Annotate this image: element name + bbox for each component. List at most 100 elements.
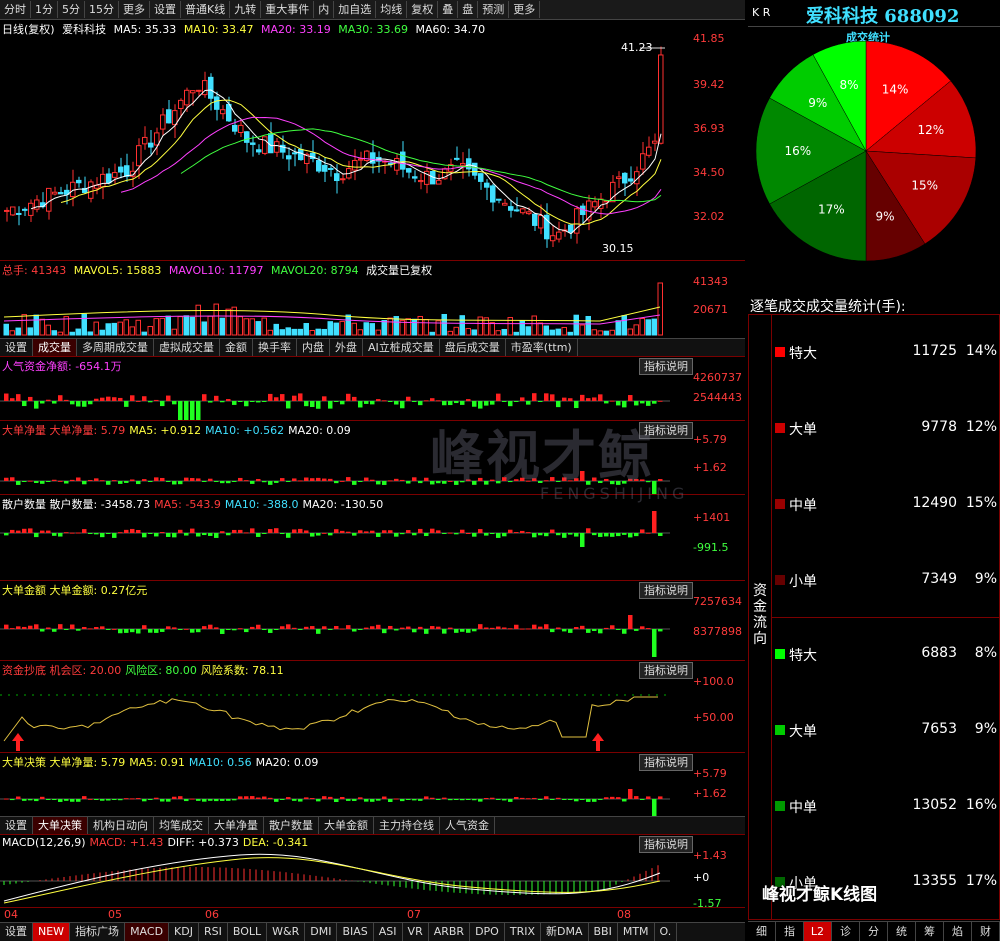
volume-bar bbox=[231, 306, 237, 336]
histogram-bar bbox=[40, 530, 45, 533]
ind-tab-3[interactable]: 均笔成交 bbox=[154, 817, 209, 834]
histogram-bar bbox=[64, 532, 69, 534]
color-swatch bbox=[775, 725, 785, 735]
candle-body bbox=[250, 142, 256, 145]
vol-tab-8[interactable]: AI立桩成交量 bbox=[363, 339, 440, 356]
toolbar-item-12[interactable]: 复权 bbox=[407, 1, 439, 18]
bottom-toolbar: 设置 NEW 指标广场 MACD KDJ RSI BOLL W&R DMI BIAS ASI VR AR… bbox=[0, 922, 745, 941]
vol-tab-4[interactable]: 金额 bbox=[220, 339, 253, 356]
ind-tab-5[interactable]: 散户数量 bbox=[264, 817, 319, 834]
indicator-tab-0[interactable]: 设置 bbox=[0, 923, 33, 941]
vol-tab-10[interactable]: 市盈率(ttm) bbox=[506, 339, 578, 356]
right-tab-4[interactable]: 分 bbox=[860, 922, 888, 941]
indicator-tab-4[interactable]: KDJ bbox=[169, 923, 199, 941]
toolbar-item-8[interactable]: 重大事件 bbox=[261, 1, 315, 18]
candle-body bbox=[550, 235, 556, 242]
candle-body bbox=[616, 176, 622, 180]
histogram-bar bbox=[394, 798, 399, 800]
volume-bar bbox=[153, 318, 159, 336]
right-tab-1[interactable]: 指 bbox=[776, 922, 804, 941]
volume-canvas[interactable] bbox=[0, 277, 693, 339]
ind-tab-2[interactable]: 机构日动向 bbox=[88, 817, 154, 834]
volume-bar bbox=[573, 314, 579, 336]
histogram-bar bbox=[466, 629, 471, 633]
right-tab-3[interactable]: 诊 bbox=[832, 922, 860, 941]
indicator-tab-13[interactable]: DPO bbox=[470, 923, 505, 941]
ind-tab-8[interactable]: 人气资金 bbox=[440, 817, 495, 834]
indicator-tab-14[interactable]: TRIX bbox=[505, 923, 541, 941]
indicator-tab-8[interactable]: DMI bbox=[305, 923, 338, 941]
histogram-bar bbox=[106, 799, 111, 801]
toolbar-item-3[interactable]: 15分 bbox=[85, 1, 119, 18]
indicator-tab-10[interactable]: ASI bbox=[374, 923, 403, 941]
indicator-tab-17[interactable]: MTM bbox=[618, 923, 655, 941]
toolbar-item-2[interactable]: 5分 bbox=[58, 1, 85, 18]
histogram-bar bbox=[496, 799, 501, 800]
histogram-bar bbox=[280, 478, 285, 481]
indicator-tab-12[interactable]: ARBR bbox=[429, 923, 471, 941]
stats-table: 资金流向 特大 11725 14% 大单 9778 12% 中单 12490 15% 小单 7349… bbox=[748, 314, 1000, 920]
histogram-bar bbox=[10, 529, 15, 533]
volume-bar bbox=[429, 331, 435, 336]
indicator-tab-15[interactable]: 新DMA bbox=[541, 923, 589, 941]
histogram-bar bbox=[166, 626, 171, 629]
indicator-tab-11[interactable]: VR bbox=[403, 923, 429, 941]
ind-tab-6[interactable]: 大单金额 bbox=[319, 817, 374, 834]
ind-tab-4[interactable]: 大单净量 bbox=[209, 817, 264, 834]
toolbar-item-9[interactable]: 内 bbox=[314, 1, 335, 18]
indicator-tab-18[interactable]: O. bbox=[655, 923, 678, 941]
vol-tab-6[interactable]: 内盘 bbox=[297, 339, 330, 356]
toolbar-item-15[interactable]: 预测 bbox=[478, 1, 510, 18]
right-tab-2[interactable]: L2 bbox=[804, 922, 832, 941]
vol-tab-2[interactable]: 多周期成交量 bbox=[77, 339, 154, 356]
toolbar-item-1[interactable]: 1分 bbox=[31, 1, 58, 18]
vol-tab-0[interactable]: 设置 bbox=[0, 339, 33, 356]
toolbar-item-4[interactable]: 更多 bbox=[119, 1, 150, 18]
toolbar-item-6[interactable]: 普通K线 bbox=[181, 1, 231, 18]
ind-tab-0[interactable]: 设置 bbox=[0, 817, 33, 834]
vol-tab-3[interactable]: 虚拟成交量 bbox=[154, 339, 220, 356]
toolbar-item-14[interactable]: 盘 bbox=[458, 1, 479, 18]
vol-tab-9[interactable]: 盘后成交量 bbox=[440, 339, 506, 356]
histogram-bar bbox=[640, 529, 645, 533]
toolbar-item-5[interactable]: 设置 bbox=[150, 1, 181, 18]
right-tab-8[interactable]: 财 bbox=[972, 922, 1000, 941]
indicator-tab-9[interactable]: BIAS bbox=[337, 923, 374, 941]
histogram-bar bbox=[136, 529, 141, 533]
ind-tab-1[interactable]: 大单决策 bbox=[33, 817, 88, 834]
right-tab-7[interactable]: 焰 bbox=[944, 922, 972, 941]
kline-canvas[interactable] bbox=[0, 36, 693, 260]
histogram-bar bbox=[478, 529, 483, 533]
toolbar-item-10[interactable]: 加自选 bbox=[334, 1, 377, 18]
toolbar-item-11[interactable]: 均线 bbox=[376, 1, 408, 18]
row-percent: 9% bbox=[974, 571, 997, 587]
histogram-bar bbox=[340, 480, 345, 482]
indicator-tab-1[interactable]: NEW bbox=[33, 923, 71, 941]
indicator-tab-7[interactable]: W&R bbox=[267, 923, 306, 941]
vol-tab-1[interactable]: 成交量 bbox=[33, 339, 77, 356]
indicator-tab-3[interactable]: MACD bbox=[125, 923, 170, 941]
right-tab-5[interactable]: 统 bbox=[888, 922, 916, 941]
ind-tab-7[interactable]: 主力持仓线 bbox=[374, 817, 440, 834]
histogram-bar bbox=[190, 478, 195, 481]
vol-tab-5[interactable]: 换手率 bbox=[253, 339, 297, 356]
pie-label: 16% bbox=[784, 144, 811, 158]
histogram-bar bbox=[256, 797, 261, 799]
right-tab-0[interactable]: 细 bbox=[748, 922, 776, 941]
toolbar-item-7[interactable]: 九转 bbox=[230, 1, 262, 18]
right-tab-6[interactable]: 筹 bbox=[916, 922, 944, 941]
toolbar-item-13[interactable]: 叠 bbox=[438, 1, 459, 18]
volume-bar bbox=[237, 316, 243, 336]
toolbar-item-16[interactable]: 更多 bbox=[509, 1, 541, 18]
stats-divider bbox=[771, 617, 999, 618]
histogram-bar bbox=[178, 529, 183, 533]
toolbar-item-0[interactable]: 分时 bbox=[0, 1, 31, 18]
indicator-tab-16[interactable]: BBI bbox=[589, 923, 618, 941]
histogram-bar bbox=[298, 480, 303, 482]
indicator-tab-5[interactable]: RSI bbox=[199, 923, 228, 941]
histogram-bar bbox=[154, 477, 159, 481]
histogram-bar bbox=[370, 530, 375, 533]
vol-tab-7[interactable]: 外盘 bbox=[330, 339, 363, 356]
indicator-tab-2[interactable]: 指标广场 bbox=[70, 923, 126, 941]
indicator-tab-6[interactable]: BOLL bbox=[228, 923, 268, 941]
